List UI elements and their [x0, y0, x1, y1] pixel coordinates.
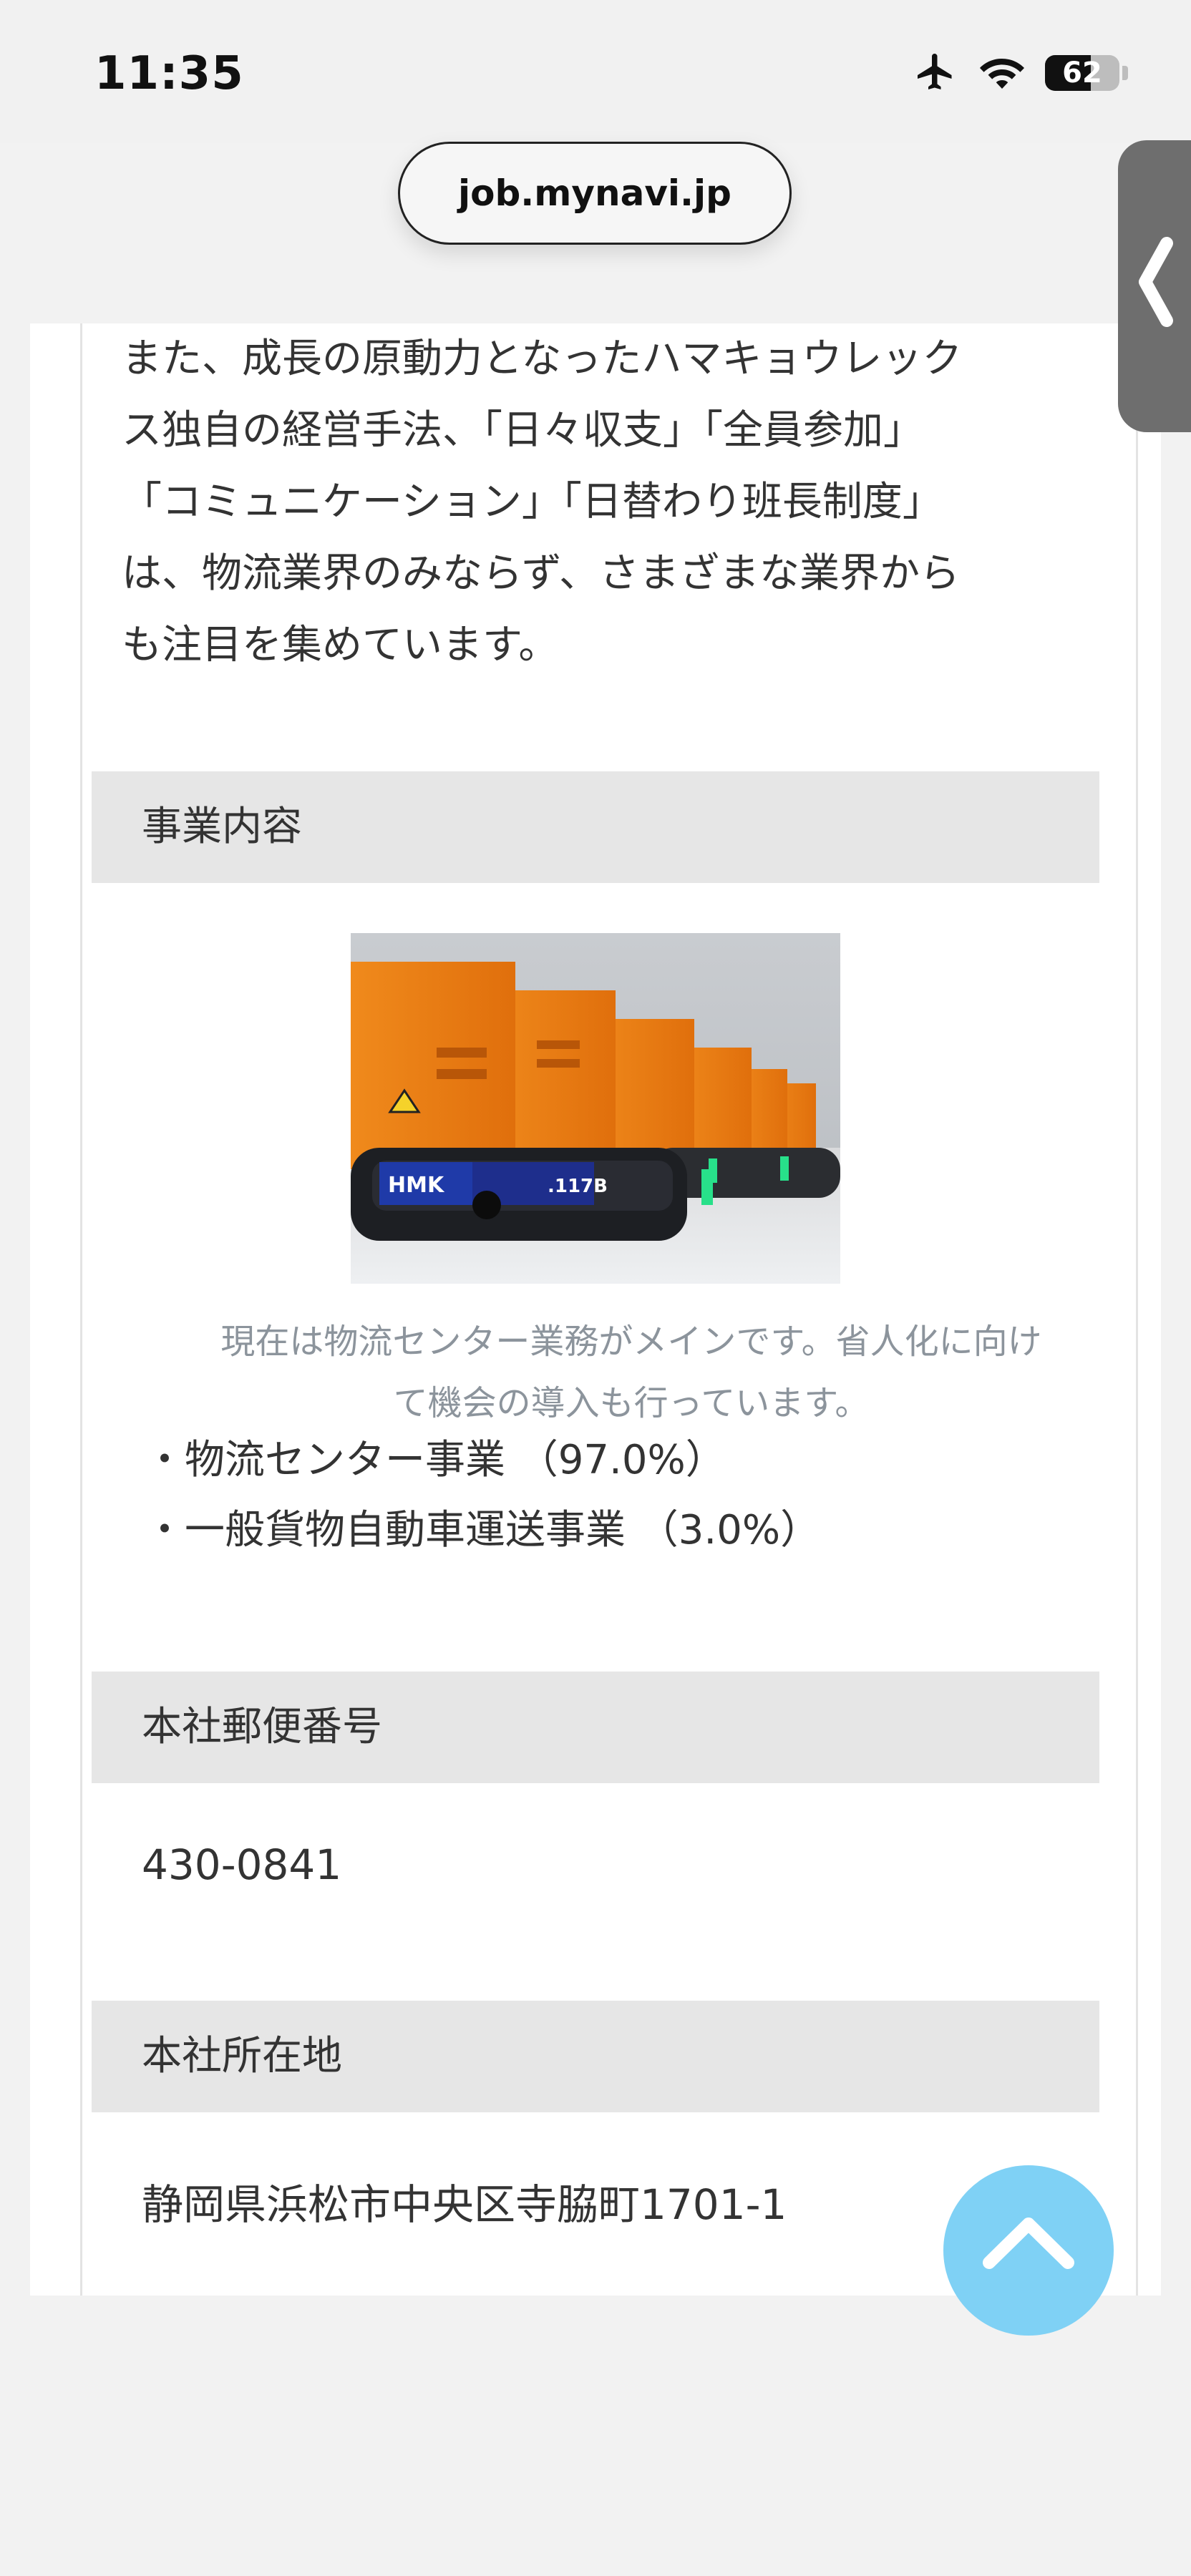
list-item: ・物流センター事業 （97.0%） [145, 1437, 726, 1483]
url-bar[interactable]: job.mynavi.jp [398, 142, 792, 245]
logistics-robot-photo: HMK .117B [351, 933, 840, 1284]
intro-line: また、成長の原動力となったハマキョウレック [122, 336, 963, 382]
scroll-to-top-button[interactable] [943, 2165, 1114, 2336]
content-card: また、成長の原動力となったハマキョウレック ス独自の経営手法、「日々収支」「全員… [30, 323, 1161, 2296]
company-intro-text: また、成長の原動力となったハマキョウレック ス独自の経営手法、「日々収支」「全員… [122, 323, 1081, 681]
battery-nub [1122, 66, 1128, 80]
intro-line: は、物流業界のみならず、さまざまな業界から [122, 550, 960, 597]
postal-code-section-header: 本社郵便番号 [92, 1672, 1099, 1783]
photo-caption: 現在は物流センター業務がメインです。省人化に向け て機会の導入も行っています。 [152, 1311, 1111, 1434]
business-list: ・物流センター事業 （97.0%） ・一般貨物自動車運送事業 （3.0%） [145, 1425, 820, 1566]
status-bar: 11:35 62 [0, 0, 1191, 143]
airplane-icon [912, 50, 959, 96]
chevron-left-icon [1139, 237, 1173, 327]
side-panel-tab[interactable] [1118, 140, 1191, 432]
robot-id-label: .117B [548, 1176, 608, 1197]
list-item: ・一般貨物自動車運送事業 （3.0%） [145, 1507, 821, 1553]
intro-line: も注目を集めています。 [122, 622, 559, 668]
caption-line: 現在は物流センター業務がメインです。省人化に向け [220, 1322, 1042, 1362]
battery-percent: 62 [1062, 57, 1102, 89]
postal-code-value: 430-0841 [142, 1840, 342, 1889]
address-value: 静岡県浜松市中央区寺脇町1701-1 [142, 2180, 787, 2229]
robot-logo: HMK [388, 1173, 445, 1198]
status-time: 11:35 [94, 47, 244, 100]
business-section-header: 事業内容 [92, 771, 1099, 883]
battery-icon: 62 [1045, 55, 1119, 91]
status-icons: 62 [912, 50, 1128, 96]
intro-line: 「コミュニケーション」「日替わり班長制度」 [122, 479, 943, 525]
wifi-icon [979, 53, 1025, 93]
chevron-up-icon [983, 2218, 1074, 2269]
address-section-header: 本社所在地 [92, 2001, 1099, 2112]
intro-line: ス独自の経営手法、「日々収支」「全員参加」 [122, 407, 923, 454]
